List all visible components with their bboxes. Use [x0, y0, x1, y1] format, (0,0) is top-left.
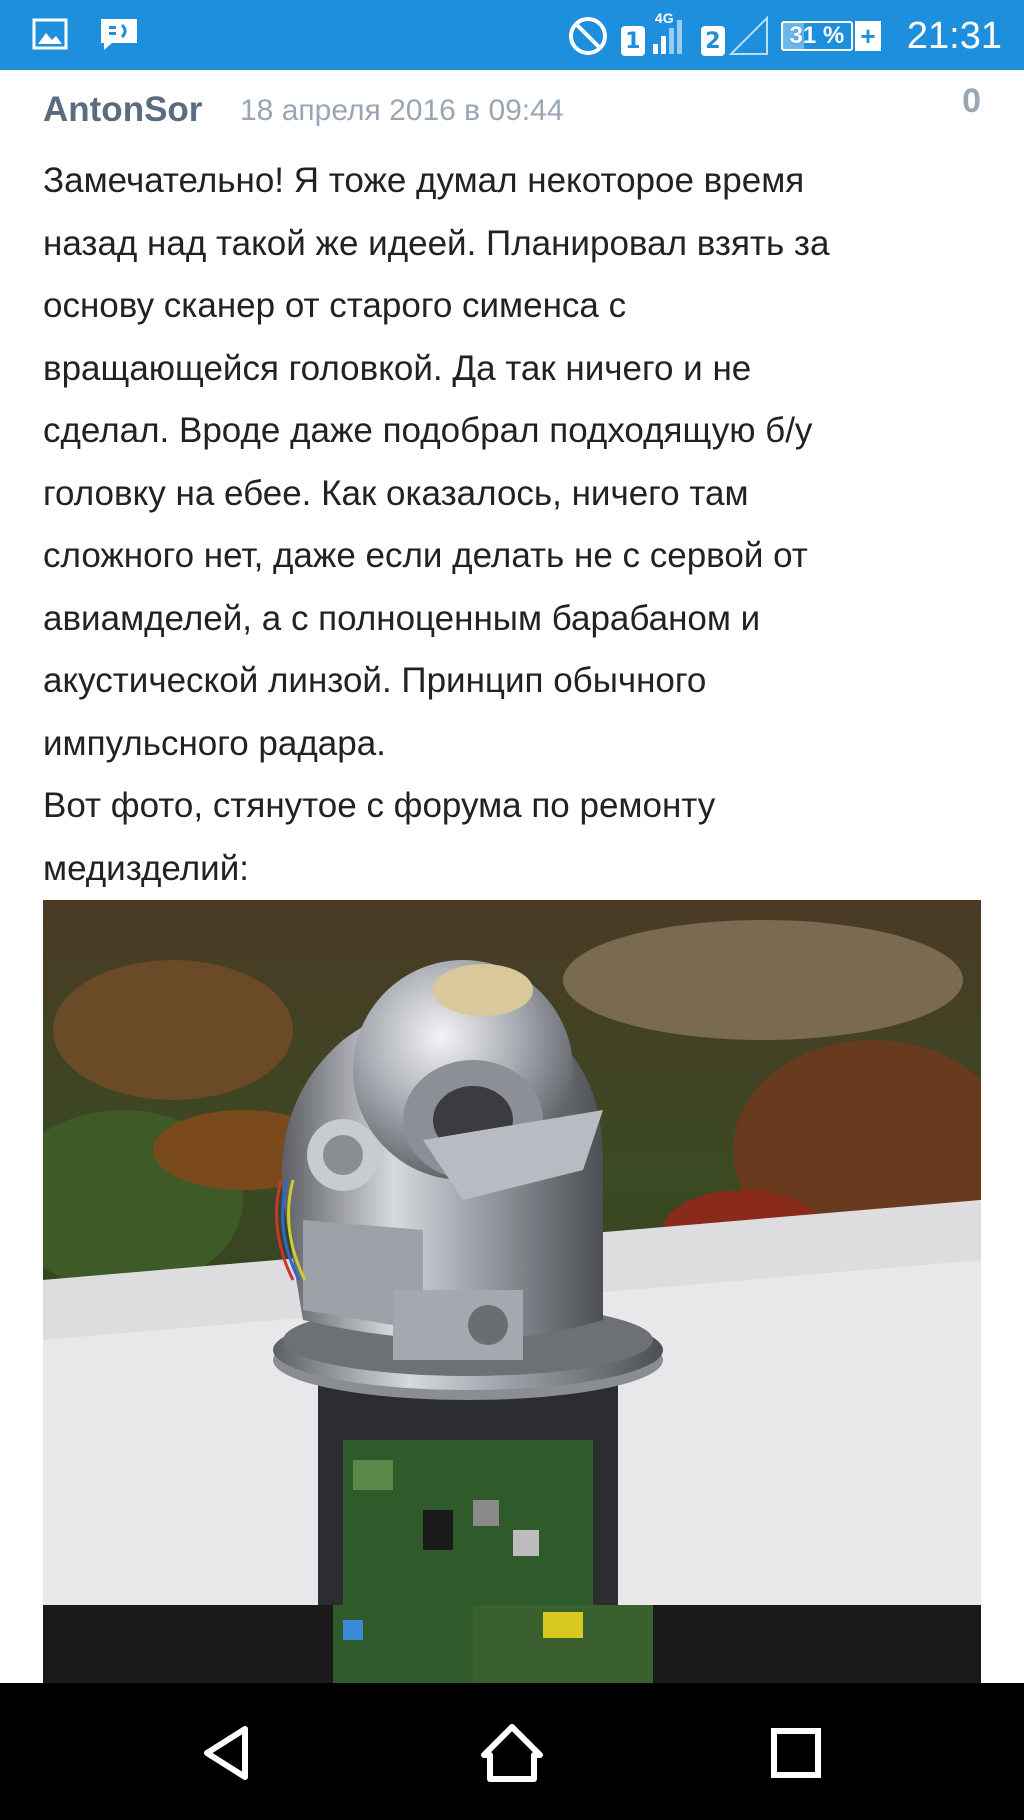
comment-header: AntonSor 18 апреля 2016 в 09:44 0 — [43, 70, 981, 154]
sim2-signal: 2 — [700, 16, 769, 56]
gallery-icon — [32, 16, 68, 52]
comment-author[interactable]: AntonSor — [43, 90, 202, 130]
scanner-head-photo — [43, 900, 981, 1700]
battery-indicator: 31 % + — [780, 21, 881, 51]
sim1-badge: 1 — [620, 26, 645, 56]
comment-date[interactable]: 18 апреля 2016 в 09:44 — [240, 94, 564, 128]
navigation-bar — [0, 1683, 1024, 1820]
back-button[interactable] — [187, 1713, 267, 1793]
comment-photo[interactable] — [43, 900, 981, 1700]
battery-icon: 31 % — [780, 21, 853, 51]
system-icons: 1 4G 2 31 % + 21:31 — [567, 8, 1002, 64]
recents-icon — [771, 1728, 821, 1778]
status-bar: 1 4G 2 31 % + 21:31 — [0, 0, 1024, 70]
comment: AntonSor 18 апреля 2016 в 09:44 0 Замеча… — [43, 70, 981, 900]
signal-empty-icon — [728, 16, 768, 55]
comment-body: Замечательно! Я тоже думал некоторое вре… — [43, 161, 830, 888]
charging-plus-icon: + — [854, 21, 881, 51]
do-not-disturb-icon — [567, 15, 609, 57]
message-icon — [98, 16, 140, 52]
clock: 21:31 — [906, 14, 1002, 57]
notification-icons — [32, 16, 140, 52]
comment-score: 0 — [962, 82, 981, 120]
back-icon — [204, 1726, 248, 1780]
home-button[interactable] — [472, 1713, 552, 1793]
sim1-signal: 1 4G — [620, 10, 689, 56]
home-icon — [481, 1724, 543, 1782]
network-type-label: 4G — [654, 10, 674, 26]
recents-button[interactable] — [756, 1713, 836, 1793]
battery-percent: 31 % — [789, 22, 845, 49]
sim2-badge: 2 — [700, 26, 725, 56]
